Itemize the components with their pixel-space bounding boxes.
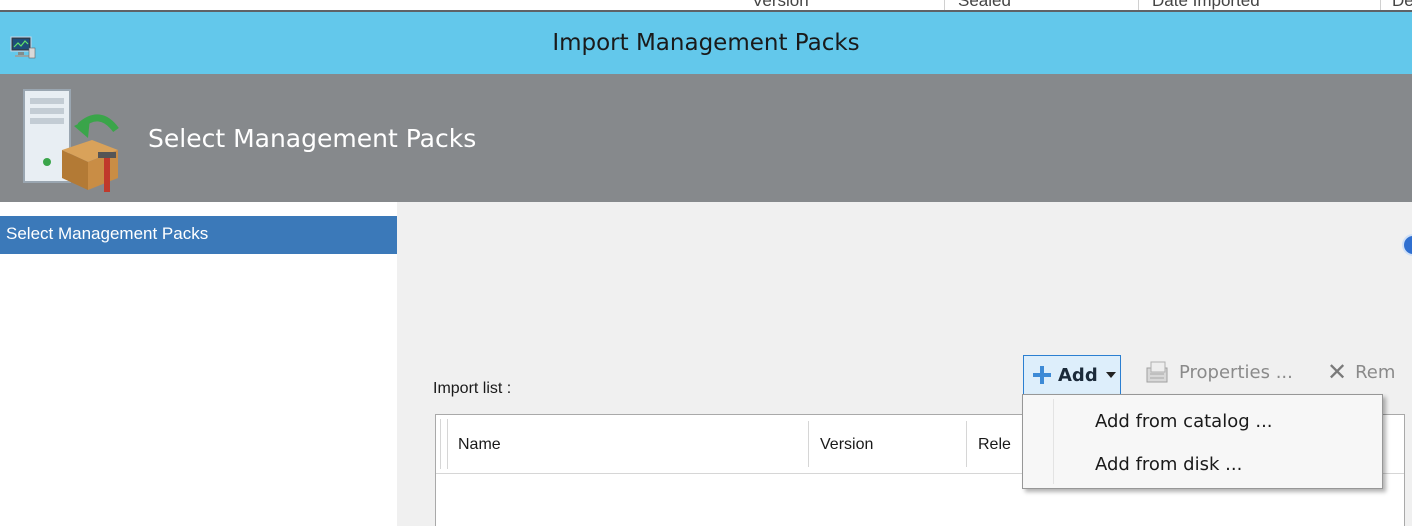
add-button[interactable]: Add [1023, 355, 1121, 395]
help-icon[interactable] [1402, 234, 1412, 256]
remove-button-label: Rem [1355, 361, 1396, 383]
wizard-header: Select Management Packs [0, 74, 1412, 202]
column-header-name[interactable]: Name [458, 415, 501, 473]
add-button-label: Add [1058, 364, 1098, 386]
wizard-nav: Select Management Packs [0, 202, 397, 526]
wizard-page-title: Select Management Packs [148, 124, 477, 153]
remove-button[interactable]: ✕ Rem [1327, 360, 1395, 384]
plus-icon [1032, 365, 1052, 385]
background-column-divider [1380, 0, 1381, 10]
properties-button-label: Properties ... [1179, 361, 1293, 383]
menu-item-add-from-catalog[interactable]: Add from catalog ... [1095, 411, 1273, 432]
chevron-down-icon[interactable] [1105, 372, 1116, 378]
background-window-strip: Version Sealed Date Imported Description [0, 0, 1412, 12]
properties-button[interactable]: Properties ... [1145, 360, 1293, 384]
background-column-divider [1138, 0, 1139, 10]
background-column-divider [944, 0, 945, 10]
menu-gutter [1053, 399, 1054, 484]
server-package-icon [23, 89, 119, 192]
properties-icon [1146, 361, 1168, 383]
add-dropdown-menu: Add from catalog ... Add from disk ... [1022, 394, 1383, 489]
menu-item-add-from-disk[interactable]: Add from disk ... [1095, 454, 1242, 475]
column-divider[interactable] [966, 421, 967, 467]
import-list-label: Import list : [433, 380, 512, 397]
window-title: Import Management Packs [552, 30, 860, 56]
column-header-release[interactable]: Rele [978, 415, 1011, 473]
column-divider[interactable] [808, 421, 809, 467]
nav-item-select-management-packs[interactable]: Select Management Packs [0, 216, 397, 254]
column-grip [440, 419, 448, 469]
title-bar[interactable]: Import Management Packs [0, 12, 1412, 74]
remove-icon: ✕ [1327, 358, 1348, 386]
nav-divider [397, 202, 409, 526]
column-header-version[interactable]: Version [820, 415, 873, 473]
